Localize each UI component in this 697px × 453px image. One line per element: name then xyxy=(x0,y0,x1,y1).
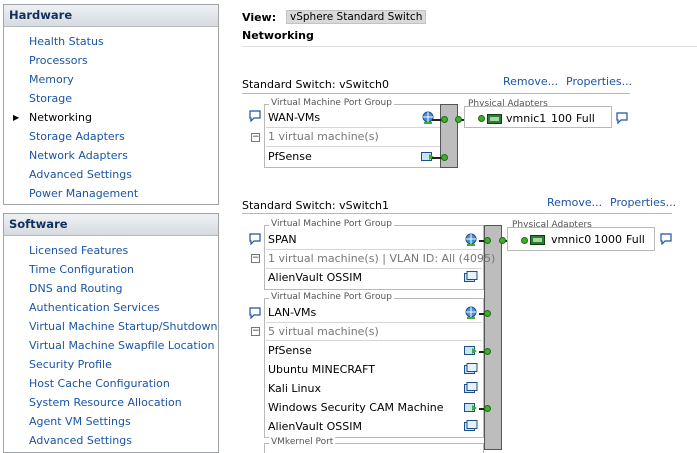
nav-processors[interactable]: Processors xyxy=(4,51,218,70)
hardware-list: Health Status Processors Memory Storage … xyxy=(4,27,218,203)
pfsense-lan-port-dot xyxy=(484,348,491,355)
lan-vms-port-dot xyxy=(484,310,491,317)
hardware-panel: Hardware Health Status Processors Memory… xyxy=(3,4,219,205)
heading-divider xyxy=(242,46,697,47)
vmnic0-info-bubble-icon[interactable] xyxy=(660,233,672,245)
pfsense-port-dot xyxy=(441,154,448,161)
nav-dns-routing[interactable]: DNS and Routing xyxy=(4,279,218,298)
wan-vms-collapse-toggle[interactable]: − xyxy=(251,133,260,142)
vmnic1-speed: 100 xyxy=(551,112,572,125)
wan-vms-group-label: Virtual Machine Port Group xyxy=(269,98,394,108)
nav-power-management[interactable]: Power Management xyxy=(4,184,218,203)
vm-ubuntu-minecraft[interactable]: Ubuntu MINECRAFT xyxy=(268,363,375,376)
vmnic1-name[interactable]: vmnic1 xyxy=(506,112,546,125)
nav-advanced-settings[interactable]: Advanced Settings xyxy=(4,165,218,184)
nav-security-profile[interactable]: Security Profile xyxy=(4,355,218,374)
lan-vms-inner-divider xyxy=(266,322,482,323)
wan-vms-inner-divider xyxy=(266,127,442,128)
view-label: View: xyxy=(242,11,277,24)
network-globe-icon xyxy=(422,111,434,124)
network-globe-icon xyxy=(465,306,477,319)
nav-storage-adapters[interactable]: Storage Adapters xyxy=(4,127,218,146)
vswitch0-divider xyxy=(242,93,630,94)
vm-powered-on-icon xyxy=(464,346,477,355)
span-inner-divider-2 xyxy=(266,268,482,269)
nic-icon xyxy=(530,235,545,245)
vswitch1-title: Standard Switch: vSwitch1 xyxy=(242,199,389,212)
vm-powered-off-icon xyxy=(464,420,478,431)
vswitch1-uplink-dot xyxy=(499,237,506,244)
hardware-header[interactable]: Hardware xyxy=(4,5,218,27)
nav-software-advanced-settings[interactable]: Advanced Settings xyxy=(4,431,218,450)
nav-licensed-features[interactable]: Licensed Features xyxy=(4,241,218,260)
span-name: SPAN xyxy=(268,233,297,246)
vm-pfsense-wan[interactable]: PfSense xyxy=(268,150,312,163)
vm-alienvault-span[interactable]: AlienVault OSSIM xyxy=(268,271,362,284)
vm-powered-off-icon xyxy=(464,363,478,374)
vm-powered-on-icon xyxy=(464,403,477,412)
span-vm-count: 1 virtual machine(s) | VLAN ID: All (409… xyxy=(268,252,496,265)
vm-pfsense-lan[interactable]: PfSense xyxy=(268,344,312,357)
nav-network-adapters[interactable]: Network Adapters xyxy=(4,146,218,165)
nav-networking-label: Networking xyxy=(29,111,92,124)
nav-vm-swapfile-location[interactable]: Virtual Machine Swapfile Location xyxy=(4,336,218,355)
wan-vms-name: WAN-VMs xyxy=(268,111,321,124)
nav-agent-vm-settings[interactable]: Agent VM Settings xyxy=(4,412,218,431)
lan-vms-info-bubble-icon[interactable] xyxy=(249,307,261,319)
vmnic0-speed: 1000 xyxy=(594,233,622,246)
vmnic1-duplex: Full xyxy=(576,112,595,125)
span-inner-divider xyxy=(266,249,482,250)
nav-health-status[interactable]: Health Status xyxy=(4,32,218,51)
wan-vms-vm-count: 1 virtual machine(s) xyxy=(268,130,379,143)
vswitch0-remove-link[interactable]: Remove... xyxy=(503,75,558,88)
vmnic1-port-dot xyxy=(478,115,485,122)
nic-icon xyxy=(487,114,502,124)
lan-vms-name: LAN-VMs xyxy=(268,306,317,319)
lan-vms-collapse-toggle[interactable]: − xyxy=(251,327,260,336)
vswitch1-properties-link[interactable]: Properties... xyxy=(610,196,676,209)
lan-vms-group-label: Virtual Machine Port Group xyxy=(269,292,394,302)
vmnic1-info-bubble-icon[interactable] xyxy=(616,112,628,124)
vm-powered-off-icon xyxy=(464,382,478,393)
nav-time-configuration[interactable]: Time Configuration xyxy=(4,260,218,279)
span-group-label: Virtual Machine Port Group xyxy=(269,219,394,229)
view-selector[interactable]: vSphere Standard Switch xyxy=(286,10,427,24)
vswitch1-divider xyxy=(242,213,672,214)
lan-vms-inner-divider-2 xyxy=(266,340,482,341)
span-port-dot xyxy=(484,237,491,244)
nav-networking[interactable]: ▶ Networking xyxy=(4,108,218,127)
vm-alienvault-lan[interactable]: AlienVault OSSIM xyxy=(268,420,362,433)
wan-vms-inner-divider-2 xyxy=(266,146,442,147)
vswitch0-title: Standard Switch: vSwitch0 xyxy=(242,78,389,91)
vmnic0-port-dot xyxy=(521,237,528,244)
nav-system-resource-allocation[interactable]: System Resource Allocation xyxy=(4,393,218,412)
vswitch0-properties-link[interactable]: Properties... xyxy=(566,75,632,88)
lan-vms-vm-count: 5 virtual machine(s) xyxy=(268,325,379,338)
network-globe-icon xyxy=(465,233,477,246)
span-collapse-toggle[interactable]: − xyxy=(251,254,260,263)
nav-memory[interactable]: Memory xyxy=(4,70,218,89)
span-info-bubble-icon[interactable] xyxy=(249,233,261,245)
nav-authentication-services[interactable]: Authentication Services xyxy=(4,298,218,317)
vswitch0-uplink-dot xyxy=(455,116,462,123)
nav-vm-startup-shutdown[interactable]: Virtual Machine Startup/Shutdown xyxy=(4,317,218,336)
vmnic0-name[interactable]: vmnic0 xyxy=(551,233,591,246)
vm-windows-security-cam[interactable]: Windows Security CAM Machine xyxy=(268,401,444,414)
windows-cam-port-dot xyxy=(484,405,491,412)
vm-kali-linux[interactable]: Kali Linux xyxy=(268,382,321,395)
wan-vms-info-bubble-icon[interactable] xyxy=(249,110,261,122)
nav-host-cache-configuration[interactable]: Host Cache Configuration xyxy=(4,374,218,393)
vswitch1-remove-link[interactable]: Remove... xyxy=(547,196,602,209)
vm-powered-off-icon xyxy=(464,271,478,282)
nav-storage[interactable]: Storage xyxy=(4,89,218,108)
page-title: Networking xyxy=(242,29,314,42)
vmnic0-duplex: Full xyxy=(626,233,645,246)
selected-arrow-icon: ▶ xyxy=(13,113,20,122)
vmkernel-port-group[interactable]: VMkernel Port xyxy=(264,437,484,453)
software-header[interactable]: Software xyxy=(4,214,218,236)
software-panel: Software Licensed Features Time Configur… xyxy=(3,213,219,453)
wan-vms-port-dot xyxy=(441,116,448,123)
software-list: Licensed Features Time Configuration DNS… xyxy=(4,236,218,450)
